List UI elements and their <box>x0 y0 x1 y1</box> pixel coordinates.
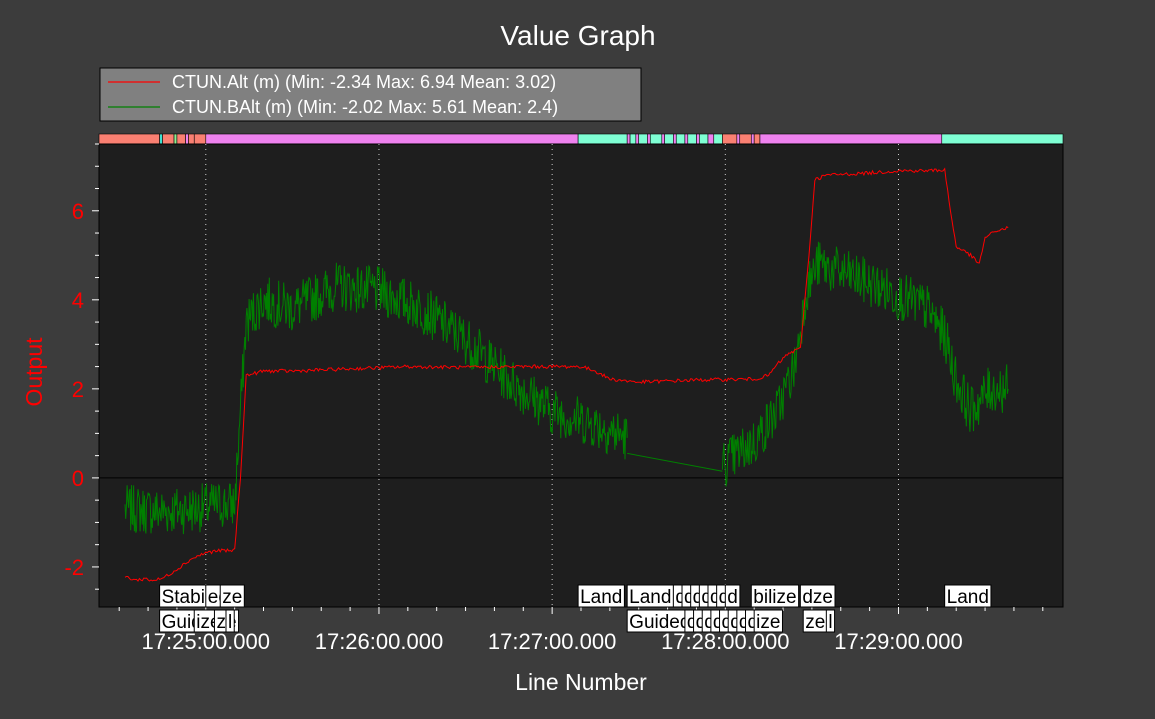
x-tick-label: 17:27:00.000 <box>488 629 616 654</box>
value-graph-window: Value Graph CTUN.Alt (m) (Min: -2.34 Max… <box>0 0 1155 714</box>
mode-bar-segment <box>696 133 700 145</box>
mode-bar-segment <box>687 133 697 145</box>
y-tick-label: -2 <box>64 555 84 580</box>
y-tick-label: 0 <box>72 466 84 491</box>
mode-label: l <box>225 609 235 633</box>
y-tick-label: 4 <box>72 288 84 313</box>
mode-bar-segment <box>684 133 689 145</box>
mode-label-text: Land <box>580 587 622 608</box>
mode-bar-segment <box>941 133 1064 145</box>
x-axis-label: Line Number <box>515 669 647 695</box>
mode-label: Land <box>577 584 625 608</box>
mode-label-text: l <box>228 612 232 633</box>
legend-label-balt: CTUN.BAlt (m) (Min: -2.02 Max: 5.61 Mean… <box>172 97 558 117</box>
mode-label-text: dze <box>802 587 833 608</box>
mode-bar-segment <box>626 133 631 145</box>
mode-bar-segment <box>159 133 163 145</box>
mode-label: bilize <box>750 584 800 608</box>
mode-label-text: bilize <box>753 587 796 608</box>
mode-label: ize <box>753 609 783 633</box>
mode-bar-segment <box>173 133 178 145</box>
mode-bar-segment <box>675 133 686 145</box>
mode-bar-segment <box>707 133 715 145</box>
mode-bar-segment <box>629 133 637 145</box>
mode-bar-segment <box>577 133 628 145</box>
mode-bar-segment <box>635 133 640 145</box>
mode-bar-segment <box>753 133 761 145</box>
y-axis-label: Output <box>21 337 47 407</box>
mode-label-text: Guided <box>629 612 690 633</box>
y-tick-label: 2 <box>72 377 84 402</box>
mode-bar-segment <box>638 133 648 145</box>
mode-bar-segment <box>664 133 674 145</box>
mode-bar-segment <box>673 133 677 145</box>
x-tick-label: 17:26:00.000 <box>315 629 443 654</box>
mode-bar-segment <box>661 133 666 145</box>
mode-label: Land <box>626 584 674 608</box>
mode-bar-segment <box>736 133 741 145</box>
mode-label: ze <box>802 609 828 633</box>
mode-label-text: ze <box>805 612 825 633</box>
mode-bar-segment <box>713 133 723 145</box>
mode-bar-segment <box>188 133 195 145</box>
mode-bar-segment <box>699 133 709 145</box>
mode-bar-segment <box>649 133 663 145</box>
mode-bar-segment <box>759 133 943 145</box>
mode-bar-segment <box>647 133 651 145</box>
mode-bar-segment <box>176 133 186 145</box>
mode-bar <box>98 133 1064 145</box>
value-graph-chart: Value Graph CTUN.Alt (m) (Min: -2.34 Max… <box>0 0 1155 714</box>
mode-bar-segment <box>750 133 755 145</box>
mode-label: Land <box>944 584 992 608</box>
mode-label: dze <box>799 584 836 608</box>
mode-label-text: Land <box>629 587 671 608</box>
chart-title: Value Graph <box>500 20 655 51</box>
mode-label-text: ize <box>756 612 780 633</box>
mode-label: ze <box>219 584 245 608</box>
mode-label-text: Land <box>947 587 989 608</box>
mode-label-text: l <box>828 612 832 633</box>
mode-bar-segment <box>185 133 189 145</box>
mode-label: l <box>825 609 836 633</box>
x-tick-label: 17:29:00.000 <box>834 629 962 654</box>
mode-label: d <box>724 584 741 608</box>
y-tick-label: 6 <box>72 199 84 224</box>
legend-label-alt: CTUN.Alt (m) (Min: -2.34 Max: 6.94 Mean:… <box>172 72 556 92</box>
mode-label-text: d <box>727 587 738 608</box>
mode-bar-segment <box>98 133 160 145</box>
mode-label-text: ze <box>222 587 242 608</box>
mode-bar-segment <box>193 133 207 145</box>
mode-bar-segment <box>739 133 752 145</box>
legend[interactable]: CTUN.Alt (m) (Min: -2.34 Max: 6.94 Mean:… <box>99 67 642 122</box>
mode-bar-segment <box>722 133 738 145</box>
mode-bar-segment <box>162 133 175 145</box>
mode-label: Guided <box>626 609 693 633</box>
mode-bar-segment <box>205 133 579 145</box>
